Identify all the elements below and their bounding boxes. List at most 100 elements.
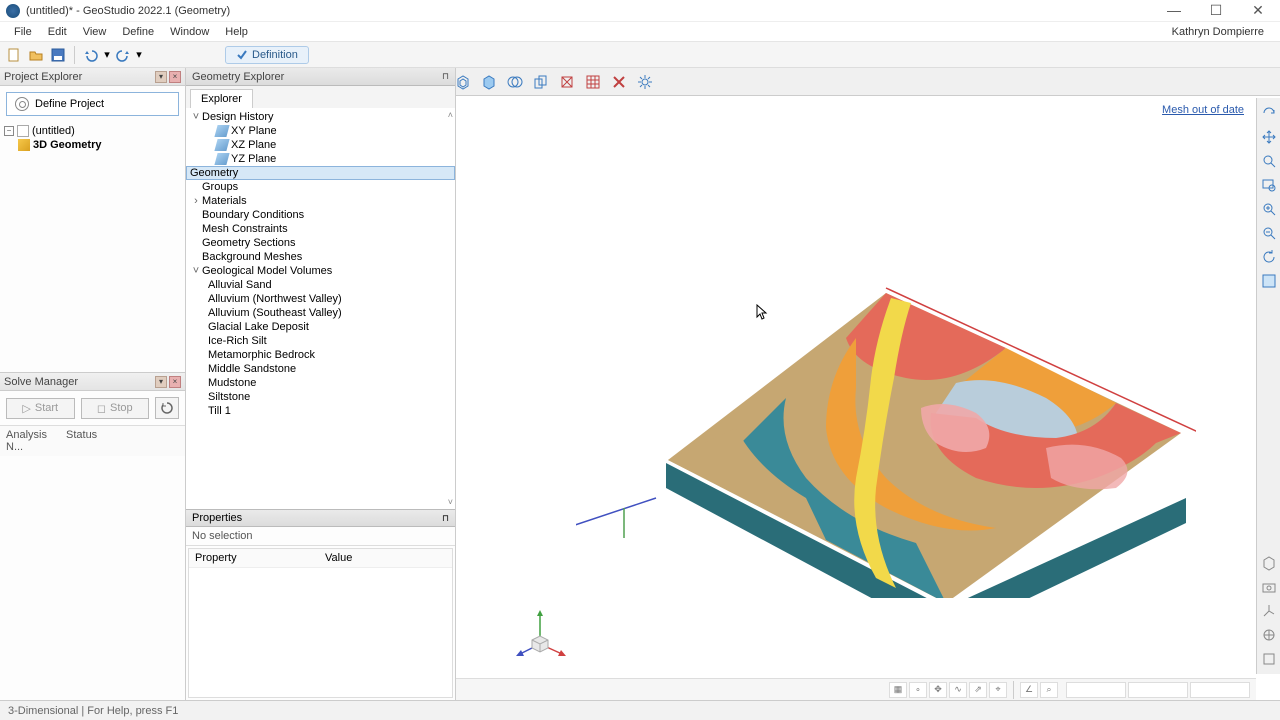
- collapse-icon[interactable]: −: [4, 126, 14, 136]
- snap-vertex-icon[interactable]: ⌖: [989, 682, 1007, 698]
- tree-volume-3[interactable]: Glacial Lake Deposit: [186, 320, 455, 334]
- intersect-icon[interactable]: [504, 71, 526, 93]
- expand-icon[interactable]: ˅: [190, 265, 202, 277]
- menu-view[interactable]: View: [75, 24, 115, 40]
- minimize-button[interactable]: —: [1162, 2, 1186, 19]
- scroll-up-icon[interactable]: ˄: [448, 110, 453, 120]
- tree-materials[interactable]: ›Materials: [186, 194, 455, 208]
- tree-mesh-constraints[interactable]: Mesh Constraints: [186, 222, 455, 236]
- rotate-view-icon[interactable]: [1260, 104, 1278, 122]
- tree-volume-1[interactable]: Alluvium (Northwest Valley): [186, 292, 455, 306]
- tree-design-history[interactable]: ˅ Design History: [186, 110, 455, 124]
- snap-angle-icon[interactable]: ∠: [1020, 682, 1038, 698]
- tree-volume-9[interactable]: Till 1: [186, 404, 455, 418]
- tree-background-meshes[interactable]: Background Meshes: [186, 250, 455, 264]
- maximize-button[interactable]: ☐: [1204, 2, 1228, 19]
- panel-pin-icon[interactable]: ▾: [155, 376, 167, 388]
- axis-display-icon[interactable]: [1260, 602, 1278, 620]
- tree-volume-6[interactable]: Middle Sandstone: [186, 362, 455, 376]
- tree-volume-8[interactable]: Siltstone: [186, 390, 455, 404]
- pin-icon[interactable]: ⊓: [442, 71, 449, 82]
- snap-point-icon[interactable]: ∘: [909, 682, 927, 698]
- expand-icon[interactable]: ˅: [190, 111, 202, 123]
- refresh-button[interactable]: [155, 397, 179, 419]
- zoom-out-icon[interactable]: [1260, 224, 1278, 242]
- tree-geometry-sections[interactable]: Geometry Sections: [186, 236, 455, 250]
- project-child-row[interactable]: 3D Geometry: [4, 138, 181, 152]
- mesh-settings-icon[interactable]: [582, 71, 604, 93]
- stop-icon: ◻: [97, 402, 106, 415]
- coord-y-field[interactable]: [1128, 682, 1188, 698]
- menu-file[interactable]: File: [6, 24, 40, 40]
- delete-solid-icon[interactable]: [556, 71, 578, 93]
- redo-dropdown[interactable]: ▾: [135, 45, 143, 65]
- viewport-bottom-toolbar: ▦ ∘ ✥ ∿ ⇗ ⌖ ∠ ⌕: [456, 678, 1256, 700]
- scroll-down-icon[interactable]: ˅: [448, 497, 453, 507]
- rotate-left-icon[interactable]: [1260, 248, 1278, 266]
- terrain-model[interactable]: [576, 178, 1196, 598]
- tree-volume-2[interactable]: Alluvium (Southeast Valley): [186, 306, 455, 320]
- definition-button[interactable]: Definition: [225, 46, 309, 64]
- define-project-button[interactable]: Define Project: [6, 92, 179, 116]
- col-analysis-name[interactable]: Analysis N...: [6, 429, 66, 453]
- snap-move-icon[interactable]: ✥: [929, 682, 947, 698]
- panel-close-icon[interactable]: ×: [169, 71, 181, 83]
- tree-volume-7[interactable]: Mudstone: [186, 376, 455, 390]
- mesh-out-of-date-link[interactable]: Mesh out of date: [1162, 104, 1244, 116]
- zoom-in-icon[interactable]: [1260, 200, 1278, 218]
- coord-x-field[interactable]: [1066, 682, 1126, 698]
- tree-volume-0[interactable]: Alluvial Sand: [186, 278, 455, 292]
- snap-line-icon[interactable]: ⇗: [969, 682, 987, 698]
- menu-define[interactable]: Define: [114, 24, 162, 40]
- origin-icon[interactable]: [1260, 626, 1278, 644]
- project-root-row[interactable]: − (untitled): [4, 124, 181, 138]
- panel-pin-icon[interactable]: ▾: [155, 71, 167, 83]
- delete-icon[interactable]: [608, 71, 630, 93]
- redo-icon[interactable]: [113, 45, 133, 65]
- tree-boundary[interactable]: Boundary Conditions: [186, 208, 455, 222]
- camera-icon[interactable]: [1260, 578, 1278, 596]
- tree-yz-plane[interactable]: YZ Plane: [186, 152, 455, 166]
- coord-z-field[interactable]: [1190, 682, 1250, 698]
- snap-curve-icon[interactable]: ∿: [949, 682, 967, 698]
- open-file-icon[interactable]: [26, 45, 46, 65]
- pan-view-icon[interactable]: [1260, 128, 1278, 146]
- copy-solid-icon[interactable]: [530, 71, 552, 93]
- stop-button[interactable]: ◻ Stop: [81, 398, 150, 419]
- undo-icon[interactable]: [81, 45, 101, 65]
- save-icon[interactable]: [48, 45, 68, 65]
- axis-widget[interactable]: [512, 604, 568, 660]
- zoom-scope-icon[interactable]: ⌕: [1040, 682, 1058, 698]
- explorer-tab[interactable]: Explorer: [190, 89, 253, 108]
- panel-close-icon[interactable]: ×: [169, 376, 181, 388]
- tree-xy-plane[interactable]: XY Plane: [186, 124, 455, 138]
- cube-view-icon[interactable]: [1260, 554, 1278, 572]
- undo-dropdown[interactable]: ▾: [103, 45, 111, 65]
- shell-icon[interactable]: [456, 71, 474, 93]
- tree-xz-plane[interactable]: XZ Plane: [186, 138, 455, 152]
- start-button[interactable]: ▷ Start: [6, 398, 75, 419]
- target-icon: [15, 97, 29, 111]
- select-box-icon[interactable]: [1260, 272, 1278, 290]
- expand-icon[interactable]: ›: [190, 195, 202, 207]
- menu-edit[interactable]: Edit: [40, 24, 75, 40]
- menu-help[interactable]: Help: [217, 24, 256, 40]
- grid-toggle-icon[interactable]: ▦: [889, 682, 907, 698]
- tree-volume-5[interactable]: Metamorphic Bedrock: [186, 348, 455, 362]
- settings-gear-icon[interactable]: [634, 71, 656, 93]
- tree-volume-4[interactable]: Ice-Rich Silt: [186, 334, 455, 348]
- tree-geo-volumes[interactable]: ˅Geological Model Volumes: [186, 264, 455, 278]
- col-status[interactable]: Status: [66, 429, 97, 453]
- tree-groups[interactable]: Groups: [186, 180, 455, 194]
- solid-icon[interactable]: [478, 71, 500, 93]
- new-file-icon[interactable]: [4, 45, 24, 65]
- zoom-window-icon[interactable]: [1260, 176, 1278, 194]
- pin-icon[interactable]: ⊓: [442, 513, 449, 524]
- grid-icon[interactable]: [1260, 650, 1278, 668]
- solve-manager-panel: Solve Manager ▾ × ▷ Start ◻ Stop: [0, 372, 185, 676]
- close-button[interactable]: ✕: [1246, 2, 1270, 19]
- zoom-fit-icon[interactable]: [1260, 152, 1278, 170]
- menu-window[interactable]: Window: [162, 24, 217, 40]
- tree-geometry[interactable]: Geometry: [186, 166, 455, 180]
- viewport[interactable]: ▾ ▾ ▾ ▾ ▾ Geometry Mesh Mesh out of date: [456, 68, 1280, 700]
